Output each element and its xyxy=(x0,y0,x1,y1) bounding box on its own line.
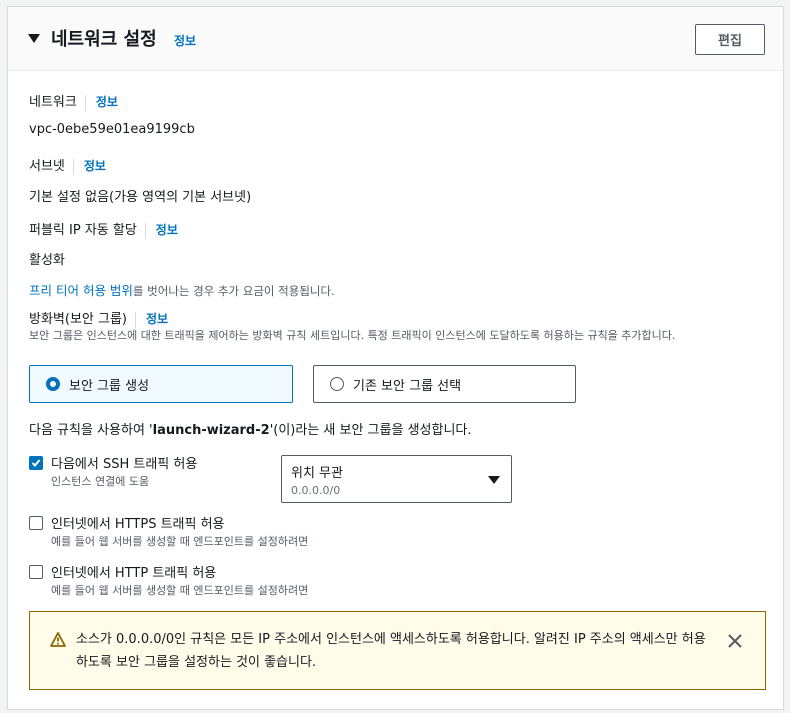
https-rule-sub: 예를 들어 웹 서버를 생성할 때 엔드포인트를 설정하려면 xyxy=(51,535,309,548)
ssh-source-value: 위치 무관 xyxy=(291,466,343,481)
warning-icon xyxy=(50,632,66,651)
firewall-label: 방화벽(보안 그룹) xyxy=(29,312,127,327)
create-security-group-option[interactable]: 보안 그룹 생성 xyxy=(29,365,293,403)
existing-security-group-option[interactable]: 기존 보안 그룹 선택 xyxy=(313,365,576,403)
edit-button[interactable]: 편집 xyxy=(695,24,765,55)
panel-header: 네트워크 설정 정보 편집 xyxy=(8,7,783,71)
firewall-info-link[interactable]: 정보 xyxy=(146,312,168,326)
ssh-rule-sub: 인스턴스 연결에 도움 xyxy=(51,475,150,488)
free-tier-text: 를 벗어나는 경우 추가 요금이 적용됩니다. xyxy=(132,284,335,298)
free-tier-note: 프리 티어 허용 범위를 벗어나는 경우 추가 요금이 적용됩니다. xyxy=(29,280,335,299)
http-rule-label[interactable]: 인터넷에서 HTTP 트래픽 허용 xyxy=(51,562,216,581)
warning-alert: 소스가 0.0.0.0/0인 규칙은 모든 IP 주소에서 인스턴스에 액세스하… xyxy=(29,611,766,690)
divider xyxy=(135,311,136,328)
radio-selected-icon xyxy=(46,377,60,391)
warning-text: 소스가 0.0.0.0/0인 규칙은 모든 IP 주소에서 인스턴스에 액세스하… xyxy=(76,632,706,670)
ssh-source-select[interactable]: 위치 무관 0.0.0.0/0 xyxy=(281,455,512,503)
public-ip-info-link[interactable]: 정보 xyxy=(156,223,178,237)
collapse-caret-icon[interactable] xyxy=(28,34,40,43)
network-info-link[interactable]: 정보 xyxy=(96,95,118,109)
public-ip-label: 퍼블릭 IP 자동 할당 xyxy=(29,223,137,238)
network-settings-panel: 네트워크 설정 정보 편집 네트워크 정보 vpc-0ebe59e01ea9199… xyxy=(7,6,784,710)
subnet-info-link[interactable]: 정보 xyxy=(84,159,106,173)
rules-intro-suffix: '(이)라는 새 보안 그룹을 생성합니다. xyxy=(269,423,472,438)
free-tier-link[interactable]: 프리 티어 허용 범위 xyxy=(29,283,133,298)
public-ip-value: 활성화 xyxy=(29,253,65,268)
ssh-source-cidr: 0.0.0.0/0 xyxy=(291,484,341,497)
dropdown-caret-icon xyxy=(488,476,500,484)
network-label: 네트워크 xyxy=(29,95,77,110)
public-ip-field: 퍼블릭 IP 자동 할당 정보 xyxy=(29,219,178,239)
existing-sg-label: 기존 보안 그룹 선택 xyxy=(353,378,462,394)
security-group-name: launch-wizard-2 xyxy=(152,423,270,438)
network-value: vpc-0ebe59e01ea9199cb xyxy=(29,122,195,137)
http-checkbox[interactable] xyxy=(29,565,43,579)
https-rule-label[interactable]: 인터넷에서 HTTPS 트래픽 허용 xyxy=(51,513,225,532)
network-field: 네트워크 정보 xyxy=(29,91,118,111)
divider xyxy=(144,222,146,239)
https-checkbox[interactable] xyxy=(29,516,43,530)
subnet-field: 서브넷 정보 xyxy=(29,155,106,175)
divider xyxy=(72,158,74,175)
subnet-value: 기본 설정 없음(가용 영역의 기본 서브넷) xyxy=(29,190,252,205)
create-sg-label: 보안 그룹 생성 xyxy=(69,378,150,394)
firewall-field: 방화벽(보안 그룹) 정보 xyxy=(29,308,168,328)
ssh-rule-label[interactable]: 다음에서 SSH 트래픽 허용 xyxy=(51,453,197,472)
checkmark-icon xyxy=(31,459,41,467)
firewall-description: 보안 그룹은 인스턴스에 대한 트래픽을 제어하는 방화벽 규칙 세트입니다. … xyxy=(29,329,676,342)
section-title: 네트워크 설정 xyxy=(51,29,157,50)
rules-intro-prefix: 다음 규칙을 사용하여 ' xyxy=(29,423,153,438)
http-rule-sub: 예를 들어 웹 서버를 생성할 때 엔드포인트를 설정하려면 xyxy=(51,584,309,597)
divider xyxy=(84,94,86,111)
close-icon[interactable] xyxy=(728,633,742,652)
ssh-checkbox[interactable] xyxy=(29,456,43,470)
header-info-link[interactable]: 정보 xyxy=(174,32,196,49)
radio-unselected-icon xyxy=(330,377,344,391)
subnet-label: 서브넷 xyxy=(29,159,65,174)
rules-intro: 다음 규칙을 사용하여 'launch-wizard-2'(이)라는 새 보안 … xyxy=(29,419,472,438)
